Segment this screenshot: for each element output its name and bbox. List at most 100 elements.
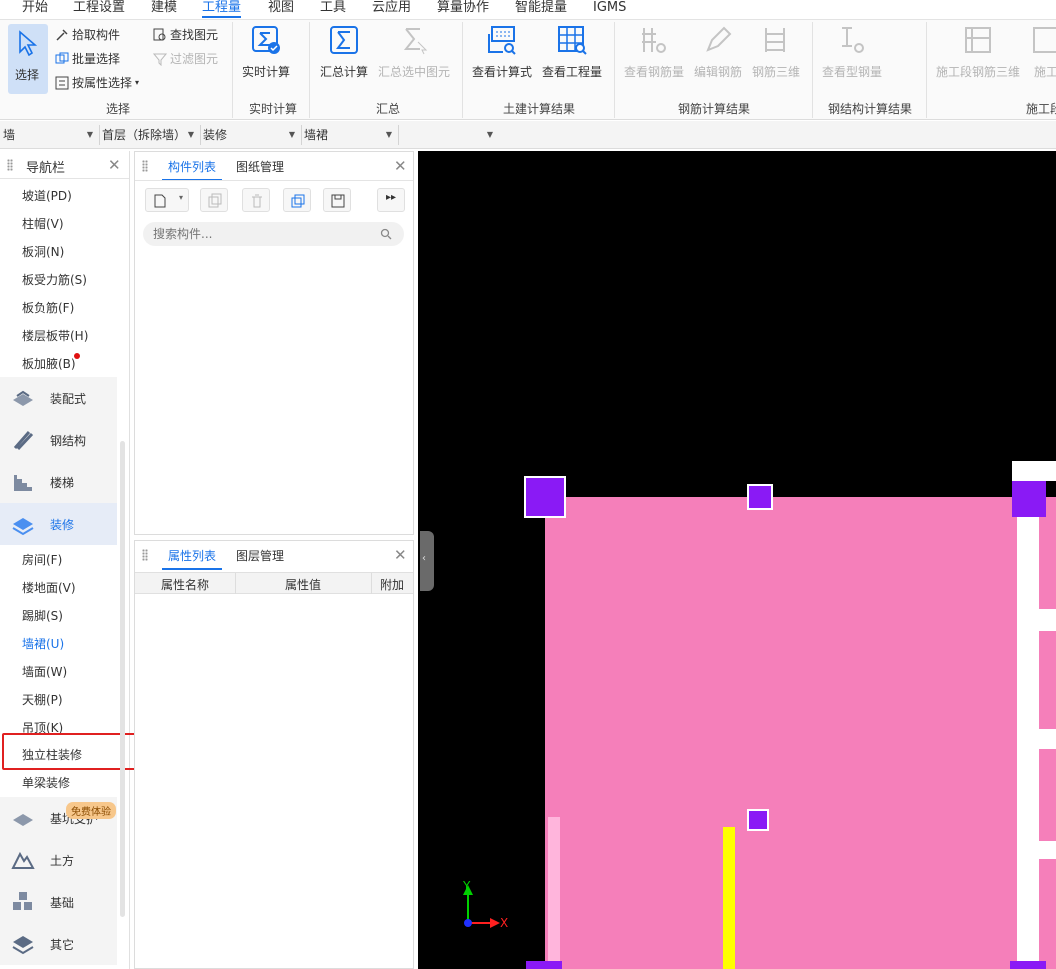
menu-cloud[interactable]: 云应用	[372, 0, 411, 15]
realtime-calc-icon	[252, 26, 280, 54]
menu-modeling[interactable]: 建模	[151, 0, 177, 15]
edit-rebar-button[interactable]: 编辑钢筋	[694, 24, 742, 80]
select-button[interactable]: 选择	[8, 24, 48, 94]
category-prefab[interactable]: 装配式	[0, 377, 117, 419]
close-icon[interactable]: ✕	[394, 546, 407, 564]
delete-component-button[interactable]	[242, 188, 270, 212]
grip-icon[interactable]	[142, 160, 148, 172]
column-element[interactable]	[1010, 961, 1046, 969]
close-icon[interactable]: ✕	[108, 156, 121, 174]
menu-igms[interactable]: IGMS	[593, 0, 626, 15]
category-foundation[interactable]: 基础	[0, 881, 117, 923]
nav-item-slab-neg-rebar[interactable]: 板负筋(F)	[22, 299, 74, 316]
menu-tools[interactable]: 工具	[320, 0, 346, 15]
attribute-icon	[55, 76, 69, 89]
component-search-input[interactable]	[143, 222, 404, 246]
column-element[interactable]	[747, 484, 773, 510]
save-template-button[interactable]	[323, 188, 351, 212]
category-decoration[interactable]: 装修	[0, 503, 117, 545]
wall-element[interactable]	[1039, 841, 1056, 859]
wall-element[interactable]	[1017, 517, 1039, 969]
nav-item-wall-surface[interactable]: 墙面(W)	[22, 663, 67, 680]
dropdown-arrow-icon: ▼	[187, 130, 194, 139]
nav-item-slab-hole[interactable]: 板洞(N)	[22, 243, 64, 260]
pick-component-button[interactable]: 拾取构件	[55, 26, 120, 43]
realtime-calc-button[interactable]: 实时计算	[242, 24, 290, 80]
category-steel[interactable]: 钢结构	[0, 419, 117, 461]
nav-item-ceiling[interactable]: 天棚(P)	[22, 691, 63, 708]
menu-start[interactable]: 开始	[22, 0, 48, 15]
menu-project-settings[interactable]: 工程设置	[73, 0, 125, 15]
nav-item-slab-strip[interactable]: 楼层板带(H)	[22, 327, 88, 344]
category-other[interactable]: 其它	[0, 923, 117, 965]
view-quantity-button[interactable]: 查看工程量	[542, 24, 602, 80]
nav-item-room[interactable]: 房间(F)	[22, 551, 62, 568]
grip-icon[interactable]	[7, 159, 13, 171]
category-earthwork[interactable]: 土方	[0, 839, 117, 881]
wall-element[interactable]	[1039, 729, 1056, 749]
copy-icon	[208, 193, 222, 208]
nav-scrollbar[interactable]	[120, 441, 125, 917]
tab-property-list[interactable]: 属性列表	[161, 547, 223, 570]
nav-item-beam-finish[interactable]: 单梁装修	[22, 774, 70, 791]
view-formula-icon	[488, 26, 516, 55]
pencil-icon	[706, 26, 732, 52]
batch-select-button[interactable]: 批量选择	[55, 50, 120, 67]
nav-item-slab-haunch[interactable]: 板加腋(B)	[22, 355, 76, 372]
stage-button[interactable]: 施工	[1030, 24, 1056, 80]
nav-item-dado[interactable]: 墙裙(U)	[22, 635, 64, 652]
nav-item-skirting[interactable]: 踢脚(S)	[22, 607, 63, 624]
separator	[614, 22, 615, 118]
grip-icon[interactable]	[142, 549, 148, 561]
filter-element-button[interactable]: 过滤图元	[153, 50, 218, 67]
more-tools-button[interactable]: ▸▸	[377, 188, 405, 212]
menu-quantity[interactable]: 工程量	[202, 0, 242, 18]
menu-collab[interactable]: 算量协作	[437, 0, 489, 15]
category-select[interactable]: 装修 ▼	[203, 125, 299, 145]
summary-selected-button[interactable]: 汇总选中图元	[378, 24, 450, 80]
tab-drawing-management[interactable]: 图纸管理	[236, 158, 284, 175]
wall-element[interactable]	[1039, 609, 1056, 631]
column-element[interactable]	[1012, 481, 1046, 517]
property-panel: 属性列表 图层管理 ✕ 属性名称 属性值 附加	[134, 540, 414, 969]
sigma-icon	[330, 26, 358, 54]
tab-layer-management[interactable]: 图层管理	[236, 547, 284, 564]
select-by-attribute-button[interactable]: 按属性选择 ▾	[55, 74, 139, 91]
component-select[interactable]: ▼	[401, 125, 497, 145]
new-component-button[interactable]: ▾	[145, 188, 189, 212]
copy-component-button[interactable]	[200, 188, 228, 212]
dropdown-arrow-icon: ▼	[385, 130, 392, 139]
menu-view[interactable]: 视图	[268, 0, 294, 15]
wall-finish-region[interactable]	[545, 497, 1056, 969]
search-icon[interactable]	[380, 228, 392, 240]
wall-element[interactable]	[1012, 461, 1056, 481]
view-steel-button[interactable]: 查看型钢量	[822, 24, 882, 80]
type-select[interactable]: 墙 ▼	[3, 125, 97, 145]
free-trial-badge: 免费体验	[66, 802, 116, 819]
wall-element[interactable]	[723, 827, 735, 969]
column-element[interactable]	[747, 809, 769, 831]
rebar-3d-button[interactable]: 钢筋三维	[752, 24, 800, 80]
wall-element[interactable]	[548, 817, 560, 969]
nav-item-ramp[interactable]: 坡道(PD)	[22, 187, 72, 204]
view-formula-button[interactable]: 查看计算式	[472, 24, 532, 80]
collapse-panel-handle[interactable]: ‹	[420, 531, 434, 591]
summary-calc-button[interactable]: 汇总计算	[320, 24, 368, 80]
floor-select[interactable]: 首层（拆除墙） ▼	[102, 125, 198, 145]
column-element[interactable]	[526, 961, 562, 969]
drawing-canvas[interactable]: Y X	[418, 151, 1056, 969]
view-rebar-button[interactable]: 查看钢筋量	[624, 24, 684, 80]
menu-smart[interactable]: 智能提量	[515, 0, 567, 15]
nav-item-floor[interactable]: 楼地面(V)	[22, 579, 76, 596]
subtype-select[interactable]: 墙裙 ▼	[304, 125, 396, 145]
category-stairs[interactable]: 楼梯	[0, 461, 117, 503]
find-element-button[interactable]: 查找图元	[153, 26, 218, 43]
close-icon[interactable]: ✕	[394, 157, 407, 175]
copy-to-floor-button[interactable]	[283, 188, 311, 212]
nav-item-column-cap[interactable]: 柱帽(V)	[22, 215, 64, 232]
nav-item-slab-rebar[interactable]: 板受力筋(S)	[22, 271, 87, 288]
column-element[interactable]	[524, 476, 566, 518]
tab-component-list[interactable]: 构件列表	[161, 158, 223, 181]
dropdown-arrow-icon: ▾	[179, 193, 184, 202]
stage-rebar-3d-button[interactable]: 施工段钢筋三维	[936, 24, 1020, 80]
